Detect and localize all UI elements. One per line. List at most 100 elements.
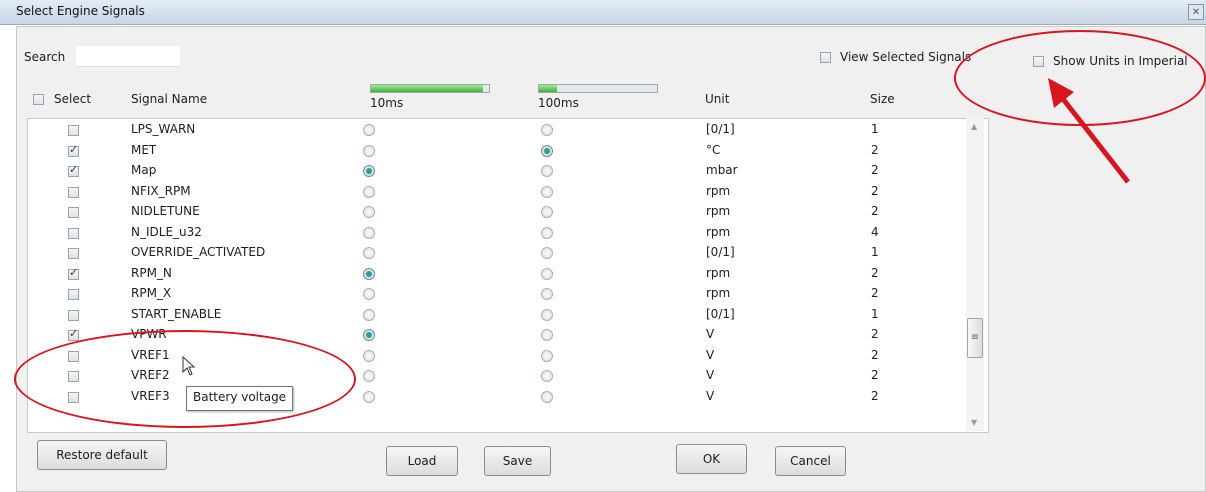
signal-unit: [0/1] [706, 245, 735, 259]
save-button[interactable]: Save [484, 446, 551, 476]
table-row[interactable]: NFIX_RPM rpm 2 [28, 182, 988, 202]
column-header-100ms[interactable]: 100ms [538, 96, 579, 110]
view-selected-checkbox[interactable] [820, 52, 831, 63]
signal-size: 1 [871, 306, 879, 321]
rate-10ms-radio[interactable] [363, 308, 375, 321]
signal-unit: °C [706, 142, 721, 157]
table-row[interactable]: RPM_X rpm 2 [28, 284, 988, 304]
column-header-select[interactable]: Select [54, 92, 91, 106]
annotation-arrow-icon [1048, 78, 1130, 184]
rate-10ms-radio[interactable] [363, 329, 375, 341]
signal-name: START_ENABLE [131, 306, 222, 321]
signal-size: 2 [871, 265, 879, 280]
rate-100ms-radio[interactable] [541, 267, 553, 280]
table-row[interactable]: START_ENABLE [0/1] 1 [28, 305, 988, 325]
rate-10ms-radio[interactable] [363, 206, 375, 218]
table-row[interactable]: MET °C 2 [28, 141, 988, 161]
column-header-size[interactable]: Size [870, 92, 895, 106]
rate-10ms-radio[interactable] [363, 165, 375, 177]
table-row[interactable]: OVERRIDE_ACTIVATED [0/1] 1 [28, 243, 988, 263]
rate-100ms-radio[interactable] [541, 144, 553, 157]
rate-100ms-radio[interactable] [541, 308, 553, 321]
rate-10ms-radio[interactable] [363, 185, 375, 198]
row-select-checkbox[interactable] [68, 309, 79, 321]
signal-size: 2 [871, 163, 879, 177]
load-bar-100ms [538, 84, 658, 93]
search-input[interactable] [76, 46, 180, 67]
rate-100ms-radio[interactable] [541, 226, 553, 239]
signal-size: 2 [871, 286, 879, 300]
search-label: Search [24, 50, 66, 64]
restore-default-button[interactable]: Restore default [37, 440, 167, 470]
rate-10ms-radio[interactable] [363, 349, 375, 362]
signal-name: LPS_WARN [131, 122, 196, 136]
signal-unit: V [706, 368, 715, 382]
close-icon[interactable]: ✕ [1188, 4, 1204, 20]
vertical-scrollbar[interactable]: ▲ ≡ ▼ [966, 118, 984, 431]
table-row[interactable]: N_IDLE_u32 rpm 4 [28, 223, 988, 243]
rate-100ms-radio[interactable] [541, 185, 553, 198]
signal-size: 2 [871, 347, 879, 362]
rate-10ms-radio[interactable] [363, 370, 375, 382]
select-all-checkbox[interactable] [33, 94, 44, 105]
rate-10ms-radio[interactable] [363, 144, 375, 157]
cancel-button[interactable]: Cancel [775, 446, 846, 476]
signal-size: 4 [871, 224, 879, 239]
rate-100ms-radio[interactable] [541, 247, 553, 259]
signal-name: NFIX_RPM [131, 183, 191, 198]
scroll-up-icon[interactable]: ▲ [971, 122, 977, 131]
rate-100ms-radio[interactable] [541, 206, 553, 218]
rate-10ms-radio[interactable] [363, 124, 375, 136]
row-select-checkbox[interactable] [68, 125, 79, 136]
view-selected-label: View Selected Signals [840, 50, 972, 64]
signal-size: 2 [871, 204, 879, 218]
rate-100ms-radio[interactable] [541, 370, 553, 382]
signal-size: 1 [871, 122, 879, 136]
table-row[interactable]: LPS_WARN [0/1] 1 [28, 120, 988, 140]
load-bar-10ms [370, 84, 490, 93]
rate-100ms-radio[interactable] [541, 124, 553, 136]
signal-name: MET [131, 142, 157, 157]
rate-10ms-radio[interactable] [363, 267, 375, 280]
table-row[interactable]: Map mbar 2 [28, 161, 988, 181]
signal-size: 2 [871, 388, 879, 403]
rate-10ms-radio[interactable] [363, 288, 375, 300]
rate-100ms-radio[interactable] [541, 349, 553, 362]
signal-name: Map [131, 163, 157, 177]
column-header-10ms[interactable]: 10ms [370, 96, 403, 110]
signal-unit: rpm [706, 265, 731, 280]
signal-unit: V [706, 327, 715, 341]
rate-10ms-radio[interactable] [363, 247, 375, 259]
row-select-checkbox[interactable] [68, 207, 79, 218]
signal-unit: rpm [706, 224, 731, 239]
row-select-checkbox[interactable] [68, 143, 79, 157]
signal-unit: [0/1] [706, 306, 735, 321]
signal-size: 1 [871, 245, 879, 259]
scrollbar-thumb[interactable]: ≡ [967, 318, 983, 358]
table-row[interactable]: RPM_N rpm 2 [28, 264, 988, 284]
column-header-unit[interactable]: Unit [705, 92, 729, 106]
row-select-checkbox[interactable] [68, 266, 79, 280]
signal-name: N_IDLE_u32 [131, 224, 202, 239]
row-select-checkbox[interactable] [68, 327, 79, 341]
row-select-checkbox[interactable] [68, 289, 79, 300]
row-select-checkbox[interactable] [68, 163, 79, 177]
title-bar: Select Engine Signals ✕ [0, 0, 1206, 25]
signal-unit: rpm [706, 183, 731, 198]
rate-10ms-radio[interactable] [363, 226, 375, 239]
rate-100ms-radio[interactable] [541, 390, 553, 403]
row-select-checkbox[interactable] [68, 227, 79, 239]
ok-button[interactable]: OK [676, 444, 747, 474]
rate-100ms-radio[interactable] [541, 288, 553, 300]
rate-10ms-radio[interactable] [363, 390, 375, 403]
column-header-signal-name[interactable]: Signal Name [131, 92, 207, 106]
scroll-down-icon[interactable]: ▼ [971, 418, 977, 427]
row-select-checkbox[interactable] [68, 248, 79, 259]
window-title: Select Engine Signals [16, 4, 145, 18]
rate-100ms-radio[interactable] [541, 165, 553, 177]
signal-unit: rpm [706, 286, 731, 300]
row-select-checkbox[interactable] [68, 186, 79, 198]
load-button[interactable]: Load [386, 446, 458, 476]
rate-100ms-radio[interactable] [541, 329, 553, 341]
table-row[interactable]: NIDLETUNE rpm 2 [28, 202, 988, 222]
